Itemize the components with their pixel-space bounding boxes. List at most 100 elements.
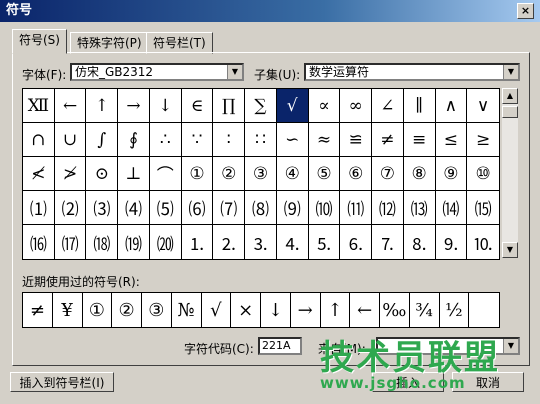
symbol-cell[interactable]: ⑷ <box>118 191 150 225</box>
recent-symbol-cell[interactable]: × <box>231 293 261 327</box>
grid-scrollbar[interactable]: ▲ ▼ <box>502 88 518 258</box>
symbol-cell[interactable]: ⑺ <box>213 191 246 225</box>
symbol-cell[interactable]: ⒉ <box>213 225 246 259</box>
symbol-cell[interactable]: ⑧ <box>403 157 436 191</box>
symbol-cell[interactable]: ≠ <box>372 123 404 157</box>
chevron-down-icon[interactable]: ▼ <box>503 65 518 79</box>
font-select[interactable]: 仿宋_GB2312 ▼ <box>70 63 244 81</box>
symbol-cell[interactable]: ⑹ <box>181 191 214 225</box>
symbol-cell[interactable]: ⑩ <box>467 157 499 191</box>
symbol-cell[interactable]: ↑ <box>86 89 119 123</box>
close-button[interactable]: × <box>517 3 534 19</box>
symbol-cell[interactable]: ∫ <box>86 123 119 157</box>
symbol-cell[interactable]: ⑴ <box>23 191 55 225</box>
symbol-cell[interactable]: ∧ <box>435 89 468 123</box>
symbol-cell[interactable]: ⑵ <box>54 191 87 225</box>
symbol-cell[interactable]: ⌒ <box>149 157 182 191</box>
symbol-cell[interactable]: ≯ <box>54 157 87 191</box>
recent-symbol-cell[interactable]: ① <box>83 293 113 327</box>
symbol-cell[interactable]: ∽ <box>276 123 309 157</box>
insert-to-symbol-bar-button[interactable]: 插入到符号栏(I) <box>10 372 114 392</box>
symbol-cell[interactable]: ∏ <box>213 89 246 123</box>
symbol-cell[interactable]: ∠ <box>372 89 404 123</box>
symbol-cell[interactable]: ∑ <box>245 89 277 123</box>
symbol-cell[interactable]: ⒎ <box>372 225 404 259</box>
recent-symbols[interactable]: ≠ ¥ ① ② ③ № √ × ↓ → ↑ ← ‰ ¾ ½ <box>22 292 500 328</box>
recent-symbol-cell[interactable]: ‰ <box>380 293 410 327</box>
subset-select[interactable]: 数学运算符 ▼ <box>304 63 520 81</box>
symbol-cell[interactable]: ∨ <box>467 89 499 123</box>
tab-special-characters[interactable]: 特殊字符(P) <box>70 32 149 54</box>
symbol-cell[interactable]: ⒆ <box>118 225 150 259</box>
symbol-cell[interactable]: ⑽ <box>308 191 341 225</box>
symbol-cell[interactable]: √ <box>276 89 309 123</box>
tab-symbols[interactable]: 符号(S) <box>12 29 67 54</box>
symbol-cell[interactable]: ⊙ <box>86 157 119 191</box>
symbol-cell[interactable]: ⊥ <box>118 157 150 191</box>
symbol-cell[interactable]: ⒀ <box>403 191 436 225</box>
symbol-cell[interactable]: ⒈ <box>182 225 214 259</box>
recent-symbol-cell[interactable]: ≠ <box>23 293 53 327</box>
symbol-cell[interactable]: ≡ <box>403 123 436 157</box>
symbol-cell[interactable]: ⑾ <box>340 191 373 225</box>
symbol-cell[interactable]: ↓ <box>149 89 182 123</box>
symbol-cell[interactable]: ③ <box>245 157 277 191</box>
symbol-cell[interactable]: ⒁ <box>435 191 468 225</box>
recent-symbol-cell[interactable]: √ <box>202 293 232 327</box>
symbol-cell[interactable]: ∷ <box>245 123 277 157</box>
symbol-cell[interactable]: ≤ <box>435 123 468 157</box>
symbol-cell[interactable]: ⒃ <box>23 225 55 259</box>
chevron-down-icon[interactable]: ▼ <box>227 65 242 79</box>
symbol-cell[interactable]: ⒋ <box>277 225 309 259</box>
symbol-cell[interactable]: ⒏ <box>404 225 436 259</box>
scroll-up-icon[interactable]: ▲ <box>502 88 518 104</box>
scroll-down-icon[interactable]: ▼ <box>502 242 518 258</box>
symbol-cell[interactable]: ∈ <box>181 89 214 123</box>
symbol-cell[interactable]: ⑿ <box>372 191 404 225</box>
recent-symbol-cell[interactable]: ¾ <box>410 293 440 327</box>
symbol-cell[interactable]: ≌ <box>340 123 373 157</box>
symbol-cell[interactable]: ⒅ <box>86 225 119 259</box>
symbol-cell[interactable]: ∴ <box>149 123 182 157</box>
recent-symbol-cell[interactable]: ② <box>112 293 142 327</box>
symbol-cell[interactable]: ∪ <box>54 123 87 157</box>
symbol-cell[interactable]: ∥ <box>403 89 436 123</box>
symbol-cell[interactable]: ⒍ <box>340 225 373 259</box>
symbol-cell[interactable]: ∵ <box>181 123 214 157</box>
symbol-cell[interactable]: ⒊ <box>245 225 277 259</box>
symbol-cell[interactable]: ≈ <box>308 123 341 157</box>
symbol-cell[interactable]: ⑤ <box>308 157 341 191</box>
symbol-cell[interactable]: Ⅻ <box>23 89 55 123</box>
symbol-cell[interactable]: ∞ <box>340 89 373 123</box>
symbol-cell[interactable]: ⒂ <box>467 191 499 225</box>
symbol-cell[interactable]: ⑶ <box>86 191 119 225</box>
symbol-cell[interactable]: ⑦ <box>372 157 404 191</box>
symbol-cell[interactable]: ∶ <box>213 123 246 157</box>
symbol-cell[interactable]: ∮ <box>118 123 150 157</box>
recent-symbol-cell[interactable]: ↓ <box>261 293 291 327</box>
recent-symbol-cell[interactable]: ← <box>350 293 380 327</box>
tab-symbol-bar[interactable]: 符号栏(T) <box>146 32 213 54</box>
symbol-cell[interactable]: ⑨ <box>435 157 468 191</box>
symbol-cell[interactable]: ④ <box>276 157 309 191</box>
symbol-cell[interactable]: ← <box>54 89 87 123</box>
symbol-cell[interactable]: ≥ <box>467 123 499 157</box>
symbol-cell[interactable]: ⒇ <box>150 225 182 259</box>
symbol-cell[interactable]: ① <box>181 157 214 191</box>
symbol-cell[interactable]: ⒌ <box>309 225 341 259</box>
recent-symbol-cell[interactable]: ↑ <box>321 293 351 327</box>
character-code-field[interactable]: 221A <box>258 337 302 355</box>
recent-symbol-cell[interactable]: ③ <box>142 293 172 327</box>
symbol-cell[interactable]: ⑥ <box>340 157 373 191</box>
symbol-cell[interactable]: ≮ <box>23 157 55 191</box>
scroll-thumb[interactable] <box>502 106 518 118</box>
symbol-cell[interactable]: ② <box>213 157 246 191</box>
recent-symbol-cell[interactable]: ¥ <box>53 293 83 327</box>
recent-symbol-cell[interactable] <box>469 293 499 327</box>
symbol-cell[interactable]: → <box>118 89 150 123</box>
symbol-grid[interactable]: Ⅻ ← ↑ → ↓ ∈ ∏ ∑ √ ∝ ∞ ∠ ∥ ∧ ∨ ∩ ∪ ∫ ∮ ∴ ∵ ∶ ∷ ∽ ≈ ≌ ≠ ≡ ≤ ≥ ≮ ≯ ⊙ ⊥ ⌒ ① ② ③ ④ ⑤… <box>22 88 500 260</box>
symbol-cell[interactable]: ∩ <box>23 123 55 157</box>
symbol-cell[interactable]: ⒑ <box>467 225 499 259</box>
recent-symbol-cell[interactable]: № <box>172 293 202 327</box>
recent-symbol-cell[interactable]: → <box>291 293 321 327</box>
